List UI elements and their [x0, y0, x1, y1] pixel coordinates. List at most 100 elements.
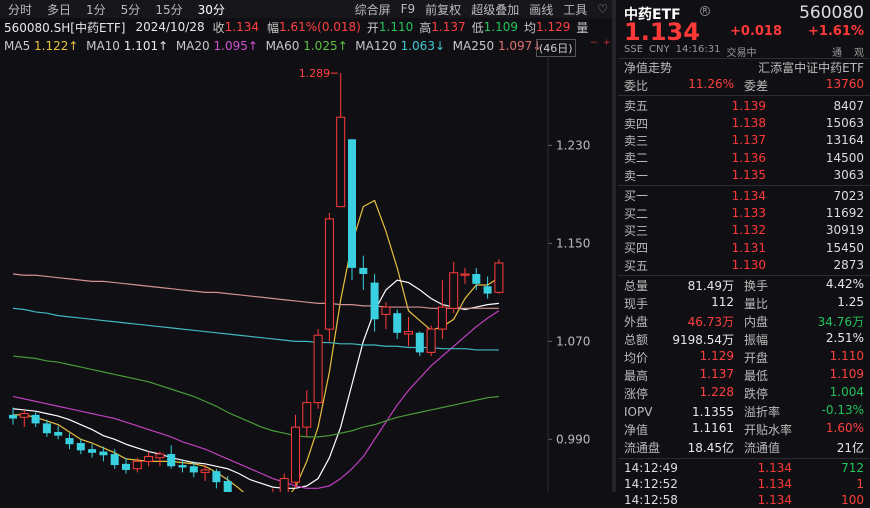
candle-count-box[interactable]: (46日) [536, 39, 576, 57]
candle-body [336, 116, 346, 208]
draw-line-button[interactable]: 画线 [529, 1, 553, 18]
stat-value: 1.137 [699, 367, 734, 382]
order-volume: 8407 [833, 98, 864, 113]
ma-legend-row: MA5 1.122↑ MA10 1.101↑ MA20 1.095↑ MA60 … [0, 37, 612, 55]
avg-label: 均 [523, 20, 536, 35]
price-change-pct: +1.61% [808, 24, 864, 39]
order-level-label: 卖二 [624, 151, 649, 166]
stats-row: 总量 81.49万 换手 4.42% [618, 277, 870, 295]
tab-fund-name[interactable]: 汇添富中证中药ETF [758, 59, 864, 76]
period-tab-30min[interactable]: 30分 [198, 1, 225, 18]
tools-button[interactable]: 工具 [563, 1, 587, 18]
tab-nav-trend[interactable]: 净值走势 [624, 59, 672, 76]
bid-row[interactable]: 买二 1.133 11692 [618, 204, 870, 221]
candle-body [212, 471, 221, 483]
stat-label: 流通盘 [624, 441, 661, 456]
candle-body [426, 328, 436, 353]
ask-row[interactable]: 卖三 1.137 13164 [618, 132, 870, 149]
ask-row[interactable]: 卖四 1.138 15063 [618, 114, 870, 131]
amp-value: 1.61%(0.018) [279, 20, 361, 34]
ma120-label: MA120 [355, 39, 397, 53]
candlestick-chart[interactable]: 1.230 1.150 1.070 0.990 1.289 [0, 56, 612, 492]
stats-row: 外盘 46.73万 内盘 34.76万 [618, 313, 870, 331]
stat-value: 1.004 [829, 385, 864, 400]
tick-row: 14:12:52 1.134 1 [618, 476, 870, 492]
price-change: +0.018 [730, 24, 783, 39]
bid-row[interactable]: 买一 1.134 7023 [618, 187, 870, 204]
stat-label: 总量 [624, 279, 649, 294]
tick-price: 1.134 [757, 492, 792, 507]
quote-panel: 中药ETF R 560080 1.134 +0.018 +1.61% SSE C… [618, 0, 870, 507]
period-tab-multiday[interactable]: 多日 [47, 1, 71, 18]
exchange-label: SSE [624, 44, 644, 55]
ma20-label: MA20 [175, 39, 210, 53]
quote-tabs: 净值走势 汇添富中证中药ETF [618, 58, 870, 76]
order-level-label: 买二 [624, 206, 649, 221]
pass-label[interactable]: 通 [832, 44, 842, 59]
candle-body [122, 463, 130, 470]
period-tab-5min[interactable]: 5分 [121, 1, 141, 18]
info-icon[interactable]: R [700, 6, 710, 16]
stats-cell: 开贴水率 1.60% [744, 421, 864, 438]
stat-label: 溢折率 [744, 405, 781, 420]
order-level-label: 卖四 [624, 116, 649, 131]
heart-icon[interactable]: ♡ [597, 2, 608, 16]
currency-label: CNY [649, 44, 670, 55]
period-tab-15min[interactable]: 15分 [155, 1, 182, 18]
last-price: 1.134 [624, 18, 700, 46]
stat-value: 2.51% [825, 331, 864, 346]
stat-value: 1.109 [829, 367, 864, 382]
view-label[interactable]: 观 [854, 44, 864, 59]
candle-body [359, 267, 368, 274]
quote-header: 中药ETF R 560080 1.134 +0.018 +1.61% [618, 0, 870, 46]
minus-icon[interactable]: − [590, 39, 600, 49]
period-tab-intraday[interactable]: 分时 [8, 1, 32, 18]
overlay-button[interactable]: 超级叠加 [471, 1, 519, 18]
stat-value: 4.42% [825, 277, 864, 292]
symbol-label: 560080.SH[中药ETF] [4, 20, 126, 35]
order-volume: 14500 [825, 150, 864, 165]
order-price: 1.135 [731, 168, 766, 183]
weicha-label: 委差 [744, 78, 769, 93]
order-level-label: 卖一 [624, 168, 649, 183]
stat-label: 现手 [624, 297, 649, 312]
candle-body [415, 332, 424, 353]
stats-cell: 内盘 34.76万 [744, 313, 864, 330]
ask-row[interactable]: 卖二 1.136 14500 [618, 149, 870, 166]
stats-cell: 跌停 1.004 [744, 385, 864, 402]
composite-screen-button[interactable]: 综合屏 [355, 1, 391, 18]
weibi-value: 11.26% [688, 76, 734, 91]
ma-line-ma10 [12, 279, 499, 489]
order-volume: 15063 [825, 116, 864, 131]
ma10-label: MA10 [86, 39, 120, 53]
stats-cell: 换手 4.42% [744, 277, 864, 294]
order-price: 1.139 [731, 98, 766, 113]
panel-divider[interactable] [612, 0, 616, 492]
order-level-label: 买四 [624, 241, 649, 256]
stat-value: 1.110 [829, 349, 864, 364]
period-tab-1min[interactable]: 1分 [86, 1, 106, 18]
bid-row[interactable]: 买五 1.130 2873 [618, 257, 870, 274]
stat-value: 1.60% [825, 421, 864, 436]
stat-label: 外盘 [624, 315, 649, 330]
stat-value: 34.76万 [817, 315, 864, 330]
order-price: 1.132 [731, 223, 766, 238]
ma60-value: 1.025↑ [303, 39, 348, 53]
bid-row[interactable]: 买四 1.131 15450 [618, 239, 870, 256]
f9-button[interactable]: F9 [401, 2, 416, 16]
order-price: 1.137 [731, 133, 766, 148]
stats-cell: 净值 1.1161 [624, 421, 744, 438]
stat-value: 1.1355 [692, 404, 734, 419]
candle-body [200, 469, 210, 473]
stat-value: 1.25 [837, 295, 864, 310]
order-level-label: 卖三 [624, 133, 649, 148]
amp-label: 幅 [267, 20, 280, 35]
ask-row[interactable]: 卖一 1.135 3063 [618, 167, 870, 184]
ask-row[interactable]: 卖五 1.139 8407 [618, 97, 870, 114]
close-value: 1.134 [224, 20, 259, 34]
stats-cell: 流通盘 18.45亿 [624, 439, 744, 456]
order-volume: 13164 [825, 133, 864, 148]
bid-row[interactable]: 买三 1.132 30919 [618, 222, 870, 239]
adjust-button[interactable]: 前复权 [425, 1, 461, 18]
tick-list[interactable]: 14:12:49 1.134 712 14:12:52 1.134 1 14:12:58 1.… [618, 460, 870, 508]
